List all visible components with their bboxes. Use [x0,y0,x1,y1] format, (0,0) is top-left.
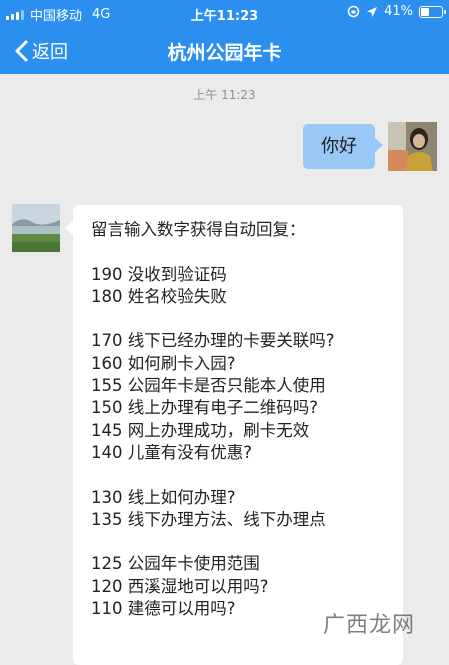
message-timestamp: 上午 11:23 [193,88,256,102]
location-icon [367,6,378,17]
incoming-message[interactable]: 留言输入数字获得自动回复： 190 没收到验证码 180 姓名校验失败 170 … [65,205,403,665]
rotation-lock-icon [347,5,360,18]
page-title: 杭州公园年卡 [167,42,282,64]
lake-scenery-image [12,204,60,252]
menu-option: 150 线上办理有电子二维码吗? [91,398,318,418]
official-account-avatar[interactable] [12,204,60,252]
outgoing-message[interactable]: 你好 [303,124,383,169]
outgoing-message-text: 你好 [321,136,357,157]
status-right: 41% [347,4,446,19]
menu-option: 140 儿童有没有优惠? [91,442,252,462]
menu-option: 170 线下已经办理的卡要关联吗? [91,331,335,351]
menu-option: 180 姓名校验失败 [91,286,227,306]
menu-option: 125 公园年卡使用范围 [91,554,260,574]
status-bar: 中国移动 4G 上午11:23 41% [0,0,449,26]
battery-percent: 41% [384,4,413,19]
menu-option: 130 线上如何办理? [91,487,236,507]
nav-bar: 返回 杭州公园年卡 [0,26,449,74]
menu-option: 155 公园年卡是否只能本人使用 [91,376,326,396]
menu-option: 160 如何刷卡入园? [91,353,236,373]
watermark: 广西龙网 [322,613,415,638]
menu-option: 145 网上办理成功，刷卡无效 [91,420,310,440]
menu-option: 120 西溪湿地可以用吗? [91,576,269,596]
menu-option: 135 线下办理方法、线下办理点 [91,509,326,529]
menu-option: 190 没收到验证码 [91,264,227,284]
user-avatar-image [388,122,437,171]
message-intro: 留言输入数字获得自动回复： [91,220,306,239]
user-avatar[interactable] [388,122,437,171]
battery-icon [419,5,446,18]
